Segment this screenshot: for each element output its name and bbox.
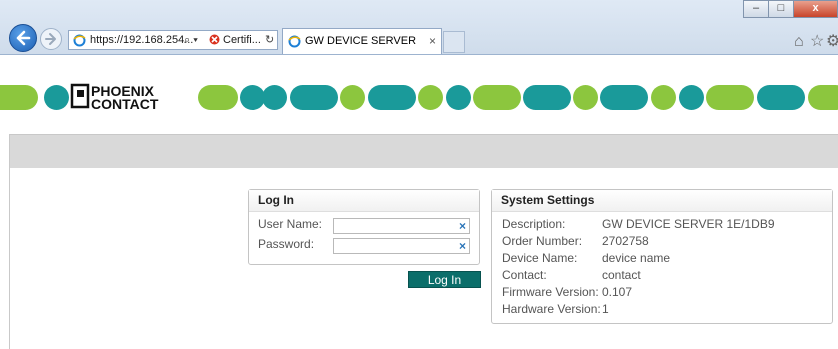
certificate-error-icon[interactable] — [209, 34, 220, 45]
login-panel-title: Log In — [249, 190, 479, 212]
address-url[interactable]: https://192.168.254... — [90, 31, 193, 49]
clear-password-icon[interactable]: × — [459, 239, 466, 254]
tab-title: GW DEVICE SERVER — [305, 35, 417, 47]
back-button[interactable] — [9, 24, 37, 52]
login-button[interactable]: Log In — [408, 271, 481, 288]
maximize-button[interactable]: □ — [768, 0, 794, 18]
device-name-value: device name — [602, 251, 671, 265]
arrow-right-icon — [45, 33, 56, 45]
password-label: Password: — [258, 237, 315, 251]
logo-line2: CONTACT — [91, 96, 159, 112]
order-number-label: Order Number: — [502, 234, 583, 248]
ie-logo-icon — [73, 34, 86, 47]
clear-username-icon[interactable]: × — [459, 219, 466, 234]
password-field[interactable]: × — [333, 238, 470, 254]
certificate-label[interactable]: Certifi... — [223, 31, 261, 49]
favorites-icon[interactable]: ☆ — [810, 34, 824, 50]
browser-chrome: https://192.168.254... ⌕ ▾ Certifi... ↻ … — [0, 0, 838, 55]
home-icon[interactable]: ⌂ — [794, 34, 804, 50]
phoenix-contact-logo: PHOENIX CONTACT — [70, 83, 159, 112]
contact-value: contact — [602, 268, 641, 282]
hardware-version-value: 1 — [602, 302, 609, 316]
brand-banner: PHOENIX CONTACT — [0, 83, 838, 112]
device-name-label: Device Name: — [502, 251, 578, 265]
tools-icon[interactable]: ⚙ — [826, 34, 838, 50]
forward-button[interactable] — [40, 28, 62, 50]
username-label: User Name: — [258, 217, 323, 231]
refresh-icon[interactable]: ↻ — [265, 31, 274, 49]
description-value: GW DEVICE SERVER 1E/1DB9 — [602, 217, 775, 231]
search-dropdown-icon[interactable]: ⌕ ▾ — [184, 31, 198, 49]
firmware-version-value: 0.107 — [602, 285, 633, 299]
username-field[interactable]: × — [333, 218, 470, 234]
new-tab-button[interactable] — [443, 31, 465, 53]
arrow-left-icon — [16, 30, 31, 46]
login-panel: Log In User Name: × Password: × — [248, 189, 480, 265]
minimize-button[interactable]: – — [743, 0, 769, 18]
close-tab-icon[interactable]: × — [429, 34, 436, 48]
firmware-version-label: Firmware Version: — [502, 285, 599, 299]
ie-logo-icon — [288, 35, 301, 48]
hardware-version-label: Hardware Version: — [502, 302, 601, 316]
content-frame-border — [9, 134, 10, 349]
contact-label: Contact: — [502, 268, 547, 282]
tab-gw-device-server[interactable]: GW DEVICE SERVER × — [282, 28, 442, 54]
address-bar[interactable]: https://192.168.254... ⌕ ▾ Certifi... ↻ — [68, 30, 278, 50]
page-header-bar — [9, 134, 838, 168]
system-settings-panel: System Settings Description: GW DEVICE S… — [491, 189, 833, 324]
system-settings-title: System Settings — [492, 190, 832, 212]
description-label: Description: — [502, 217, 566, 231]
order-number-value: 2702758 — [602, 234, 649, 248]
close-window-button[interactable]: x — [793, 0, 838, 18]
